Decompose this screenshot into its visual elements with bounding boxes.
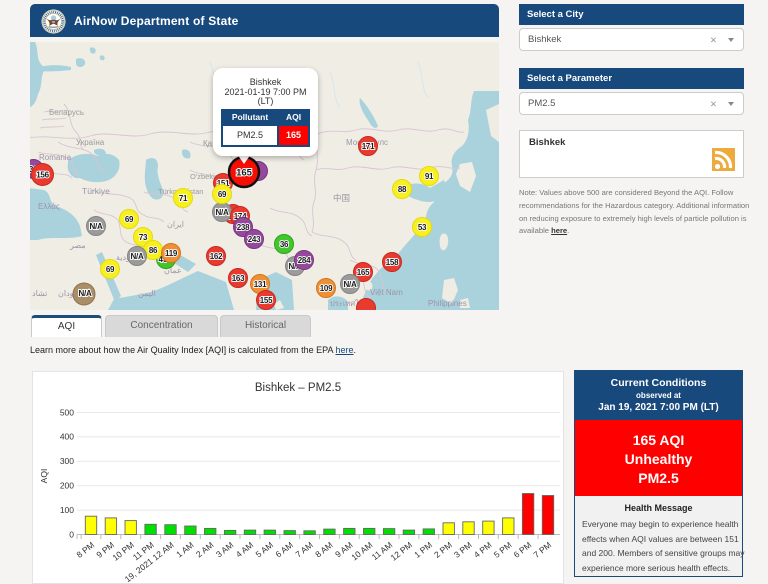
svg-text:N/A: N/A (79, 289, 92, 298)
svg-text:165: 165 (357, 268, 370, 277)
svg-text:163: 163 (232, 274, 245, 283)
svg-text:8 PM: 8 PM (74, 540, 96, 560)
svg-text:131: 131 (254, 280, 267, 289)
svg-text:Türkiye: Türkiye (82, 186, 110, 196)
svg-text:69: 69 (218, 190, 227, 199)
svg-text:5 PM: 5 PM (492, 540, 514, 560)
svg-text:158: 158 (386, 258, 399, 267)
svg-text:300: 300 (60, 456, 74, 466)
svg-text:162: 162 (210, 252, 223, 261)
svg-text:91: 91 (425, 172, 434, 181)
svg-text:中国: 中国 (333, 193, 350, 203)
svg-text:4 PM: 4 PM (472, 540, 494, 560)
svg-text:N/A: N/A (90, 222, 103, 231)
svg-text:10 PM: 10 PM (110, 540, 136, 563)
svg-text:238: 238 (237, 223, 250, 232)
svg-text:53: 53 (418, 223, 427, 232)
svg-text:119: 119 (165, 249, 178, 258)
svg-text:155: 155 (260, 296, 273, 305)
svg-text:3 AM: 3 AM (214, 540, 235, 560)
svg-text:ایران: ایران (167, 220, 184, 229)
svg-text:7 AM: 7 AM (293, 540, 314, 560)
svg-text:5 AM: 5 AM (254, 540, 275, 560)
svg-text:10 AM: 10 AM (349, 540, 374, 563)
svg-text:Romania: Romania (39, 153, 72, 162)
svg-text:500: 500 (60, 407, 74, 417)
svg-text:12 PM: 12 PM (389, 540, 415, 563)
svg-text:اليمن: اليمن (138, 289, 156, 298)
svg-text:Ελλάς: Ελλάς (38, 202, 60, 211)
svg-text:156: 156 (36, 171, 49, 180)
svg-text:165: 165 (236, 168, 253, 179)
svg-text:N/A: N/A (216, 208, 229, 217)
svg-text:مصر: مصر (69, 241, 86, 250)
svg-text:Україна: Україна (76, 138, 105, 147)
svg-text:400: 400 (60, 432, 74, 442)
svg-text:6 AM: 6 AM (274, 540, 295, 560)
svg-text:AQI: AQI (39, 469, 49, 484)
svg-text:6 PM: 6 PM (512, 540, 534, 560)
svg-text:69: 69 (106, 265, 115, 274)
svg-text:Việt Nam: Việt Nam (370, 288, 403, 297)
svg-text:100: 100 (60, 505, 74, 515)
svg-text:Bishkek – PM2.5: Bishkek – PM2.5 (255, 382, 341, 394)
svg-text:86: 86 (149, 246, 158, 255)
svg-text:71: 71 (179, 194, 188, 203)
svg-text:Беларусь: Беларусь (49, 108, 84, 117)
svg-text:88: 88 (398, 185, 407, 194)
svg-text:N/A: N/A (344, 280, 357, 289)
svg-text:تشاد: تشاد (32, 289, 47, 298)
svg-text:243: 243 (248, 235, 261, 244)
svg-text:36: 36 (280, 240, 289, 249)
svg-text:73: 73 (139, 233, 148, 242)
svg-text:1 PM: 1 PM (412, 540, 434, 560)
svg-text:2 AM: 2 AM (194, 540, 215, 560)
svg-text:0: 0 (69, 529, 74, 539)
svg-text:1 AM: 1 AM (174, 540, 195, 560)
svg-text:69: 69 (125, 215, 134, 224)
svg-text:284: 284 (298, 256, 311, 265)
svg-text:4 AM: 4 AM (234, 540, 255, 560)
svg-text:3 PM: 3 PM (452, 540, 474, 560)
svg-text:200: 200 (60, 481, 74, 491)
svg-text:8 AM: 8 AM (313, 540, 334, 560)
svg-text:2 PM: 2 PM (432, 540, 454, 560)
svg-text:109: 109 (320, 284, 333, 293)
svg-text:171: 171 (362, 142, 375, 151)
svg-text:7 PM: 7 PM (531, 540, 553, 560)
svg-text:N/A: N/A (131, 252, 144, 261)
svg-text:Philippines: Philippines (428, 299, 467, 308)
